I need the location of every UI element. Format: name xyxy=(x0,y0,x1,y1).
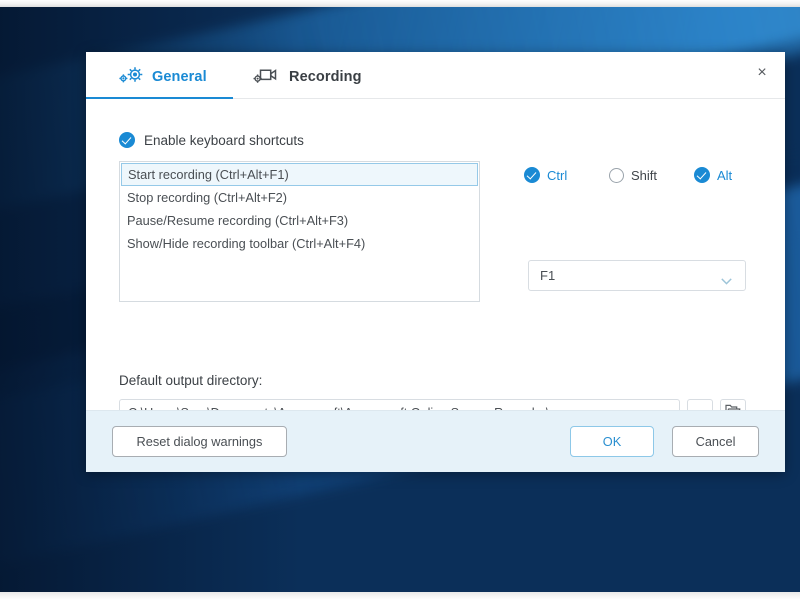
check-circle-icon[interactable] xyxy=(119,132,135,148)
camcorder-gear-icon xyxy=(253,65,281,90)
empty-circle-icon[interactable] xyxy=(609,167,624,183)
output-directory-label: Default output directory: xyxy=(119,373,263,388)
chevron-down-icon xyxy=(721,272,732,285)
enable-keyboard-shortcuts-label: Enable keyboard shortcuts xyxy=(144,132,304,148)
modifier-label-alt: Alt xyxy=(717,167,733,183)
shortcut-listbox[interactable]: Start recording (Ctrl+Alt+F1) Stop recor… xyxy=(119,161,480,302)
modifier-keys-group: Ctrl Shift Alt xyxy=(524,167,744,183)
ok-button[interactable]: OK xyxy=(570,426,654,457)
cancel-button[interactable]: Cancel xyxy=(672,426,759,457)
list-item[interactable]: Pause/Resume recording (Ctrl+Alt+F3) xyxy=(120,209,479,232)
list-item[interactable]: Start recording (Ctrl+Alt+F1) xyxy=(121,163,478,186)
modifier-checkbox-shift[interactable]: Shift xyxy=(609,167,694,183)
tab-general-label: General xyxy=(152,69,207,85)
modifier-label-ctrl: Ctrl xyxy=(547,167,568,183)
check-circle-icon[interactable] xyxy=(694,167,710,183)
settings-dialog: General Recording × Enable keyboard shor… xyxy=(86,52,785,472)
reset-dialog-warnings-button[interactable]: Reset dialog warnings xyxy=(112,426,287,457)
dialog-tabstrip: General Recording × xyxy=(86,52,785,100)
modifier-checkbox-ctrl[interactable]: Ctrl xyxy=(524,167,609,183)
enable-keyboard-shortcuts-row[interactable]: Enable keyboard shortcuts xyxy=(119,132,304,148)
modifier-label-shift: Shift xyxy=(631,167,658,183)
check-circle-icon[interactable] xyxy=(524,167,540,183)
list-item[interactable]: Show/Hide recording toolbar (Ctrl+Alt+F4… xyxy=(120,232,479,255)
close-icon[interactable]: × xyxy=(748,59,776,87)
shortcut-key-select[interactable]: F1 xyxy=(528,260,746,291)
screen-top-edge xyxy=(0,0,800,7)
screen-bottom-edge xyxy=(0,592,800,600)
tab-recording-label: Recording xyxy=(289,69,362,85)
dialog-footer: Reset dialog warnings OK Cancel xyxy=(86,410,785,472)
tab-recording[interactable]: Recording xyxy=(253,62,362,92)
list-item[interactable]: Stop recording (Ctrl+Alt+F2) xyxy=(120,186,479,209)
shortcut-key-value: F1 xyxy=(540,268,556,283)
modifier-checkbox-alt[interactable]: Alt xyxy=(694,167,732,183)
dialog-body: Enable keyboard shortcuts Start recordin… xyxy=(86,99,785,426)
gears-icon xyxy=(118,65,144,90)
tab-general[interactable]: General xyxy=(118,62,207,92)
